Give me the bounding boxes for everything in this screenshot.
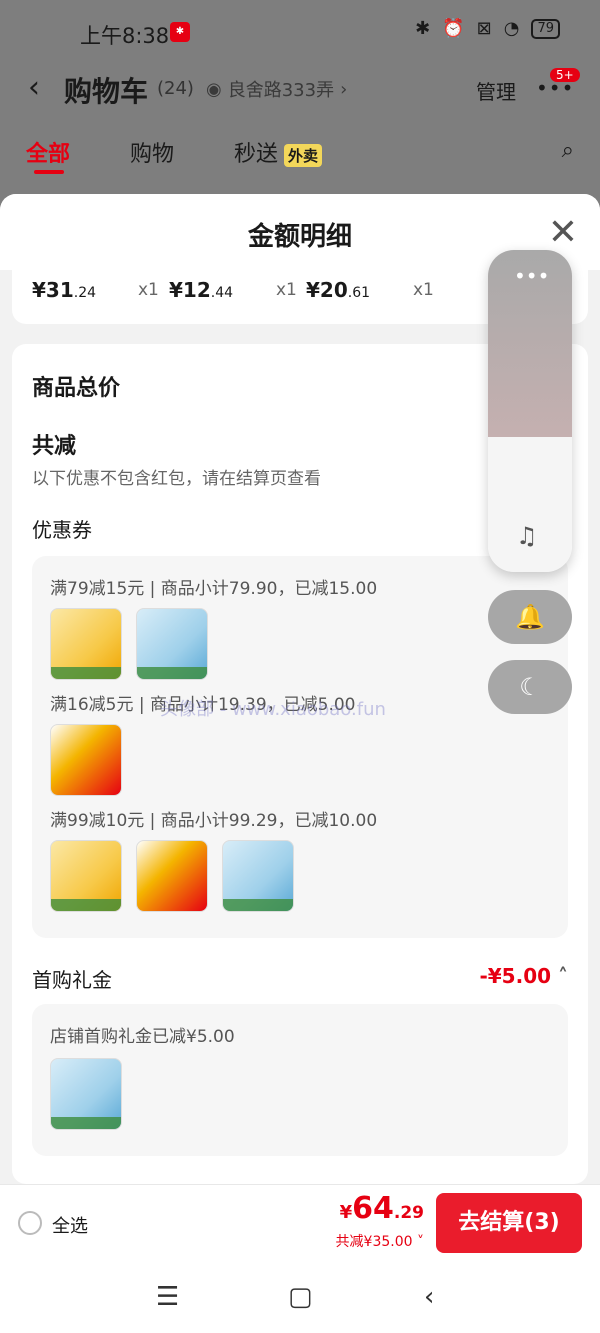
product-thumbnail[interactable] [222,840,294,912]
cart-count: (24) [157,78,194,99]
coupon-line: 满99减10元 | 商品小计99.29，已减10.00 [50,811,378,831]
checkout-bar: 全选 ¥64.29 共减¥35.00 ˅ 去结算(3) [0,1184,600,1260]
back-icon[interactable]: ‹ [424,1282,434,1312]
more-badge: 5+ [550,68,580,82]
product-thumbnail[interactable] [50,608,122,680]
watermark: 头像部 - www.xiaobao.fun [160,699,386,720]
gift-detail-text: 店铺首购礼金已减¥5.00 [50,1027,235,1047]
goods-total-label: 商品总价 [32,376,121,401]
gift-detail-box: 店铺首购礼金已减¥5.00 [32,1004,568,1156]
chevron-down-icon: ˅ [417,1234,424,1250]
chevron-right-icon: › [340,78,348,100]
item-price: ¥31.24 [32,278,97,302]
item-price: ¥20.61 [306,278,371,302]
gift-amount[interactable]: -¥5.00 ˄ [479,964,568,988]
item-qty: x1 [413,280,434,300]
manage-button[interactable]: 管理 [476,76,516,105]
battery-icon: 79 [531,18,560,39]
tab-shopping[interactable]: 购物 [130,136,174,168]
product-thumbnail[interactable] [50,840,122,912]
total-reduction-label: 共减 [32,434,77,459]
total-price: ¥64.29 [339,1191,424,1226]
product-thumbnail[interactable] [136,608,208,680]
moon-icon[interactable]: ☾ [488,660,572,714]
page-title: 购物车 [64,75,149,108]
floating-panel[interactable]: ••• ♫ [488,250,572,572]
select-all-checkbox[interactable] [18,1211,42,1235]
product-thumbnail[interactable] [50,1058,122,1130]
home-icon[interactable]: ▢ [288,1282,313,1312]
alarm-icon: ⏰ [442,18,465,39]
takeout-tag: 外卖 [284,143,323,167]
item-qty: x1 [138,280,159,300]
tab-all[interactable]: 全部 [26,136,70,168]
search-icon[interactable]: ⌕ [562,138,574,163]
item-qty: x1 [276,280,297,300]
chevron-up-icon: ˄ [558,964,568,988]
app-badge-icon: ✱ [170,22,190,42]
status-icons: ✱ ⏰ ⊠ ◔ 79 [415,18,560,39]
checkout-button[interactable]: 去结算(3) [436,1193,582,1253]
product-thumbnail[interactable] [136,840,208,912]
address-text: 良舍路333弄 [227,80,335,101]
status-bar: 上午8:38 ✱ ✱ ⏰ ⊠ ◔ 79 [0,0,600,64]
system-nav-bar: ☰ ▢ ‹ [0,1260,600,1333]
sheet-title: 金额明细 [247,222,352,252]
first-purchase-gift-label[interactable]: 首购礼金 [32,964,112,993]
bell-icon[interactable]: 🔔 [488,590,572,644]
wifi-icon: ◔ [503,18,520,39]
address-selector[interactable]: ◉ 良舍路333弄 › [206,76,347,102]
total-reduction-toggle[interactable]: 共减¥35.00 ˅ [336,1231,424,1251]
item-price: ¥12.44 [169,278,234,302]
coupon-label[interactable]: 优惠券 [32,514,92,543]
coupon-line: 满79减15元 | 商品小计79.90，已减15.00 [50,579,378,599]
tab-underline [34,170,64,174]
close-icon[interactable]: ✕ [548,212,578,253]
bluetooth-icon: ✱ [415,18,431,39]
discount-note: 以下优惠不包含红包，请在结算页查看 [32,469,321,489]
cart-header: ‹ 购物车 (24) ◉ 良舍路333弄 › 管理 ••• 5+ [0,64,600,116]
product-thumbnail[interactable] [50,724,122,796]
eye-icon: ◉ [206,78,222,100]
menu-icon[interactable]: ☰ [156,1282,179,1312]
more-icon[interactable]: ••• [514,264,549,288]
cart-tabs: 全部 购物 秒送 外卖 ⌕ [0,136,600,176]
chevron-left-icon[interactable]: ‹ [28,70,40,105]
select-all-label[interactable]: 全选 [52,1212,88,1238]
music-icon[interactable]: ♫ [516,522,538,550]
tab-express[interactable]: 秒送 外卖 [234,136,323,168]
tab-express-label: 秒送 [234,142,279,167]
status-time: 上午8:38 [80,24,170,48]
sim-icon: ⊠ [476,18,492,39]
